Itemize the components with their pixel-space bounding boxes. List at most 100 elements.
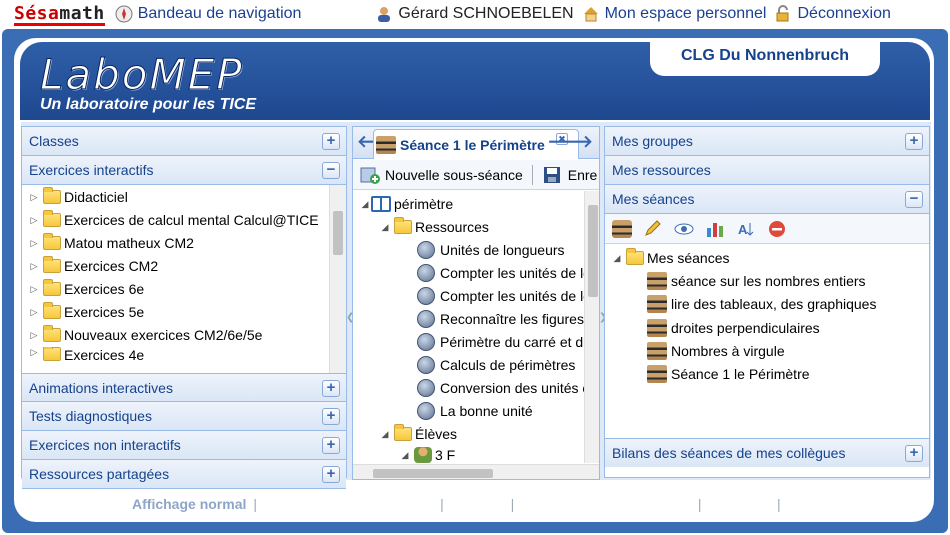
eye-icon[interactable] — [674, 220, 694, 238]
tree-node[interactable]: ▷ Exercices 6e — [28, 278, 144, 300]
accordion-my-resources[interactable]: Mes ressources — [605, 156, 929, 185]
contacts-link[interactable]: Contacts et signalements — [521, 496, 691, 512]
accordion-interactive-exercises[interactable]: Exercices interactifs − — [22, 156, 346, 185]
scroll-thumb[interactable] — [373, 469, 493, 478]
expand-icon[interactable]: + — [322, 437, 340, 454]
tree-node[interactable]: ▷ Exercices de calcul mental Calcul@TICE — [28, 209, 319, 231]
collapse-icon[interactable]: − — [905, 191, 923, 208]
folder-icon — [43, 256, 61, 273]
tree-node[interactable]: ▷ Exercices 4e — [28, 347, 144, 361]
tree-node[interactable]: ▷ Didacticiel — [28, 186, 128, 208]
resource-item[interactable]: Calculs de périmètres — [417, 354, 575, 376]
session-item[interactable]: Séance 1 le Périmètre — [647, 363, 810, 385]
logout-link[interactable]: Déconnexion — [774, 5, 891, 23]
session-icon — [647, 365, 667, 383]
accordion-diagnostic-tests[interactable]: Tests diagnostiques + — [22, 402, 346, 431]
accordion-classes[interactable]: Classes + — [22, 127, 346, 156]
scroll-thumb[interactable] — [588, 205, 598, 297]
tree-node[interactable]: ▷ Matou matheux CM2 — [28, 232, 194, 254]
personal-space-link[interactable]: Mon espace personnel — [582, 5, 766, 23]
help-link[interactable]: Aide — [788, 496, 818, 512]
about-link[interactable]: À propos — [709, 496, 770, 512]
session-icon — [647, 342, 667, 360]
resource-item[interactable]: Compter les unités de lo — [417, 285, 591, 307]
scroll-thumb[interactable] — [333, 211, 343, 255]
school-students-link[interactable]: Élèves de l'établissement — [264, 496, 433, 512]
tree-node[interactable]: ▷ Exercices CM2 — [28, 255, 158, 277]
tree-node[interactable]: ◢ 3 F — [399, 446, 455, 464]
save-button[interactable]: Enre — [542, 165, 597, 185]
tree-node[interactable]: ◢ Ressources — [379, 216, 489, 238]
expand-arrow-icon[interactable]: ▷ — [28, 238, 40, 249]
session-item[interactable]: séance sur les nombres entiers — [647, 270, 866, 292]
vertical-scrollbar[interactable] — [584, 191, 599, 463]
collapse-arrow-icon[interactable]: ◢ — [399, 450, 411, 461]
new-session-icon[interactable] — [612, 219, 632, 238]
options-link[interactable]: Options — [451, 496, 504, 512]
accordion-my-sessions[interactable]: Mes séances − — [605, 185, 929, 214]
collapse-icon[interactable]: − — [322, 162, 340, 179]
expand-arrow-icon[interactable]: ▷ — [28, 307, 40, 318]
tree-node[interactable]: ▷ Exercices 5e — [28, 301, 144, 323]
tree-node-label: Unités de longueurs — [440, 242, 565, 258]
resource-item[interactable]: Reconnaître les figures — [417, 308, 584, 330]
pencil-icon[interactable] — [643, 219, 663, 238]
accordion-my-groups[interactable]: Mes groupes + — [605, 127, 929, 156]
collapse-arrow-icon[interactable]: ◢ — [611, 253, 623, 264]
expand-arrow-icon[interactable]: ▷ — [28, 284, 40, 295]
expand-icon[interactable]: + — [905, 445, 923, 462]
accordion-shared-resources[interactable]: Ressources partagées + — [22, 460, 346, 489]
expand-arrow-icon[interactable]: ▷ — [28, 261, 40, 272]
tree-node[interactable]: ◢ Élèves — [379, 423, 457, 445]
expand-arrow-icon[interactable]: ▷ — [28, 215, 40, 226]
accordion-label: Exercices non interactifs — [29, 437, 181, 453]
horizontal-scrollbar[interactable] — [353, 464, 599, 479]
expand-icon[interactable]: + — [322, 408, 340, 425]
accordion-colleagues-reports[interactable]: Bilans des séances de mes collègues + — [605, 438, 929, 467]
tree-root[interactable]: ◢ périmètre — [359, 193, 453, 215]
expand-icon[interactable]: + — [322, 133, 340, 150]
chart-icon[interactable] — [705, 220, 725, 238]
logo-part-2: math — [59, 2, 105, 24]
globe-icon — [417, 241, 435, 259]
tree-node[interactable]: ▷ Nouveaux exercices CM2/6e/5e — [28, 324, 262, 346]
collapse-arrow-icon[interactable]: ◢ — [359, 199, 371, 210]
tree-node-label: périmètre — [394, 196, 454, 212]
splitter-left-icon[interactable]: ❮ — [346, 312, 354, 323]
tree-node[interactable]: ◢ Mes séances — [611, 247, 729, 269]
session-item[interactable]: lire des tableaux, des graphiques — [647, 293, 876, 315]
new-subsession-button[interactable]: Nouvelle sous-séance — [359, 165, 523, 185]
vertical-scrollbar[interactable] — [329, 185, 346, 373]
sesamath-logo[interactable]: Sésamath — [14, 2, 105, 26]
collapse-arrow-icon[interactable]: ◢ — [379, 222, 391, 233]
expand-arrow-icon[interactable]: ▷ — [28, 192, 40, 203]
resource-item[interactable]: La bonne unité — [417, 400, 533, 422]
navigation-banner-link[interactable]: Bandeau de navigation — [115, 5, 301, 23]
delete-icon[interactable] — [767, 220, 787, 238]
folder-icon — [43, 233, 61, 250]
expand-arrow-icon[interactable]: ▷ — [28, 347, 40, 358]
folder-icon — [43, 347, 61, 361]
expand-arrow-icon[interactable]: ▷ — [28, 330, 40, 341]
expand-icon[interactable]: + — [322, 380, 340, 397]
resource-item[interactable]: Compter les unités de lo — [417, 262, 591, 284]
resource-item[interactable]: Périmètre du carré et du — [417, 331, 591, 353]
tab-scroll-right-icon[interactable]: 🡒 — [547, 132, 593, 152]
tree-node-label: Mes séances — [647, 250, 730, 266]
tree-node-label: Reconnaître les figures — [440, 311, 584, 327]
expand-icon[interactable]: + — [905, 133, 923, 150]
resource-item[interactable]: Unités de longueurs — [417, 239, 565, 261]
accordion-non-interactive-exercises[interactable]: Exercices non interactifs + — [22, 431, 346, 460]
expand-icon[interactable]: + — [322, 466, 340, 483]
session-item[interactable]: droites perpendiculaires — [647, 317, 820, 339]
session-item[interactable]: Nombres à virgule — [647, 340, 785, 362]
resource-item[interactable]: Conversion des unités c — [417, 377, 589, 399]
right-panel: Mes groupes + Mes ressources Mes séances −… — [604, 126, 930, 478]
tree-node-label: Didacticiel — [64, 189, 128, 205]
accordion-animations[interactable]: Animations interactives + — [22, 373, 346, 402]
normal-view-link[interactable]: Affichage normal — [132, 496, 246, 512]
folder-icon — [43, 302, 61, 319]
globe-icon — [417, 333, 435, 351]
sort-alpha-icon[interactable]: A — [736, 220, 756, 238]
collapse-arrow-icon[interactable]: ◢ — [379, 429, 391, 440]
